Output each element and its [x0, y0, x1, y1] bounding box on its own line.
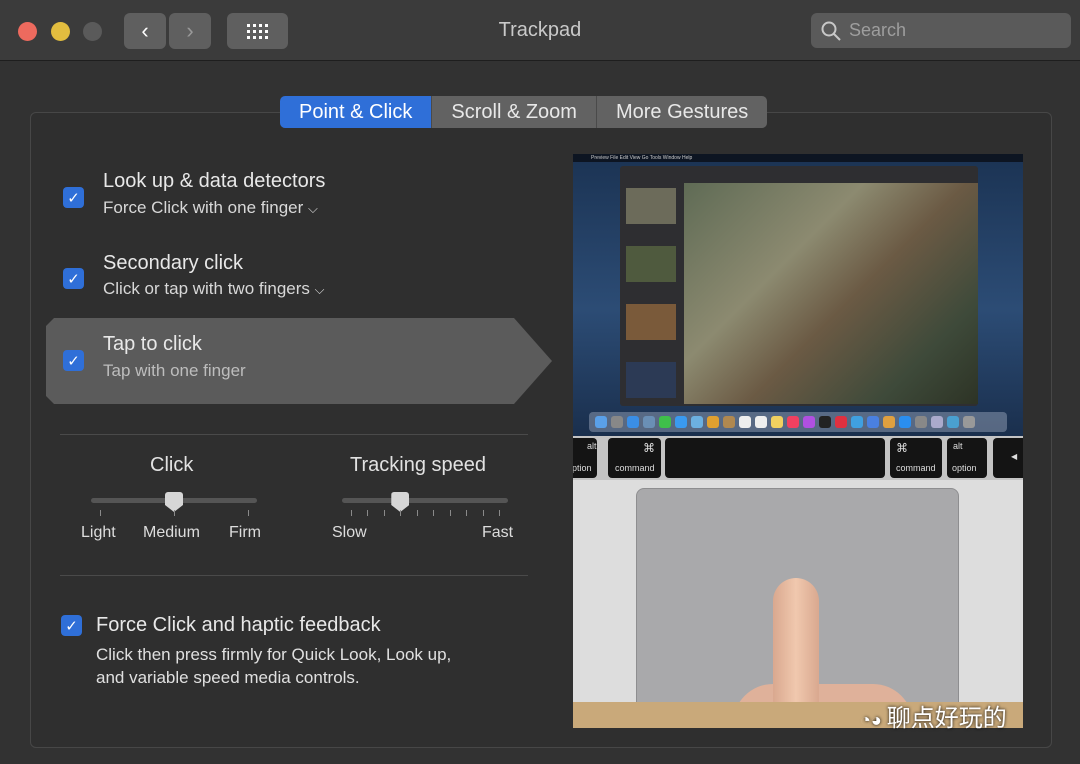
dock-app-icon: [755, 416, 767, 428]
tick: [174, 510, 175, 516]
lookup-title: Look up & data detectors: [103, 170, 326, 192]
preview-window: [620, 166, 978, 406]
tick: [416, 510, 418, 516]
secondary-click-subtitle: Click or tap with two fingers: [103, 279, 310, 298]
key-option-right: alt option: [947, 438, 987, 478]
dock-app-icon: [851, 416, 863, 428]
dock-app-icon: [627, 416, 639, 428]
chevron-down-icon: ⌵: [308, 201, 318, 216]
tick: [100, 510, 101, 516]
key-option-left: altoption: [573, 438, 597, 478]
dock-app-icon: [771, 416, 783, 428]
dock-app-icon: [915, 416, 927, 428]
secondary-click-checkbox[interactable]: ✓: [63, 268, 84, 289]
tracking-speed-label: Tracking speed: [350, 454, 486, 476]
dock-app-icon: [787, 416, 799, 428]
dock-app-icon: [595, 416, 607, 428]
tick: [351, 510, 352, 516]
title-bar: ‹ › Trackpad: [0, 0, 1080, 61]
tick: [499, 510, 500, 516]
click-firm-label: Firm: [229, 524, 261, 541]
tick: [433, 510, 435, 516]
key-command-right: ⌘ command: [890, 438, 942, 478]
thumbnail: [626, 362, 676, 398]
click-slider-label: Click: [150, 454, 194, 476]
photo: [684, 183, 978, 404]
dock-app-icon: [931, 416, 943, 428]
thumbnail: [626, 188, 676, 224]
checkmark-icon: ✓: [67, 189, 80, 207]
key-space: [665, 438, 885, 478]
keyboard: altoption ⌘command ⌘command altoption ◀: [573, 436, 1023, 480]
thumbnail: [626, 304, 676, 340]
dock-app-icon: [803, 416, 815, 428]
tracking-slow-label: Slow: [332, 524, 367, 541]
dock-app-icon: [659, 416, 671, 428]
dock-app-icon: [883, 416, 895, 428]
lookup-dropdown[interactable]: Force Click with one finger ⌵: [103, 198, 318, 218]
dock-app-icon: [739, 416, 751, 428]
tick: [466, 510, 468, 516]
lookup-subtitle: Force Click with one finger: [103, 198, 304, 217]
tap-to-click-subtitle: Tap with one finger: [103, 361, 246, 380]
checkmark-icon: ✓: [67, 352, 80, 370]
thumbnail: [626, 246, 676, 282]
menu-bar-preview: Preview File Edit View Go Tools Window H…: [573, 154, 1023, 162]
desktop-preview: Preview File Edit View Go Tools Window H…: [573, 154, 1023, 436]
dock-app-icon: [835, 416, 847, 428]
dock-app-icon: [675, 416, 687, 428]
watermark: ◔◕ 聊点好玩的: [860, 705, 1007, 732]
secondary-click-title: Secondary click: [103, 252, 244, 274]
dock-app-icon: [899, 416, 911, 428]
dock: [589, 412, 1007, 432]
checkmark-icon: ✓: [67, 270, 80, 288]
force-click-description-2: and variable speed media controls.: [96, 668, 360, 687]
wechat-icon: ◔◕: [860, 710, 887, 730]
click-light-label: Light: [81, 524, 116, 541]
secondary-click-dropdown[interactable]: Click or tap with two fingers ⌵: [103, 279, 325, 299]
tracking-fast-label: Fast: [482, 524, 514, 541]
dock-app-icon: [947, 416, 959, 428]
tick: [383, 510, 385, 516]
tracking-speed-slider[interactable]: [342, 498, 508, 503]
dock-app-icon: [867, 416, 879, 428]
tick: [367, 510, 369, 516]
search-icon: [821, 21, 841, 41]
click-medium-label: Medium: [143, 524, 200, 541]
force-click-checkbox[interactable]: ✓: [61, 615, 82, 636]
tick: [400, 510, 402, 516]
dock-app-icon: [723, 416, 735, 428]
tab-more-gestures[interactable]: More Gestures: [596, 96, 768, 128]
tab-bar: Point & Click Scroll & Zoom More Gesture…: [280, 96, 768, 128]
tap-to-click-title[interactable]: Tap to click: [103, 333, 202, 356]
key-arrow-left: ◀: [993, 438, 1023, 478]
tick: [482, 510, 484, 516]
gesture-preview-video: Preview File Edit View Go Tools Window H…: [573, 154, 1023, 728]
search-field[interactable]: [811, 13, 1071, 48]
dock-app-icon: [691, 416, 703, 428]
tick: [449, 510, 451, 516]
tab-point-click[interactable]: Point & Click: [280, 96, 433, 128]
lookup-checkbox[interactable]: ✓: [63, 187, 84, 208]
chevron-down-icon: ⌵: [314, 282, 325, 297]
divider: [60, 575, 528, 576]
divider: [60, 434, 528, 435]
force-click-title: Force Click and haptic feedback: [96, 614, 381, 636]
tab-scroll-zoom[interactable]: Scroll & Zoom: [432, 96, 597, 128]
key-command-left: ⌘ command: [608, 438, 661, 478]
force-click-description-1: Click then press firmly for Quick Look, …: [96, 645, 452, 664]
search-input[interactable]: [849, 20, 1049, 41]
dock-app-icon: [611, 416, 623, 428]
dock-app-icon: [643, 416, 655, 428]
dock-app-icon: [963, 416, 975, 428]
tick: [248, 510, 249, 516]
dock-app-icon: [707, 416, 719, 428]
dock-app-icon: [819, 416, 831, 428]
checkmark-icon: ✓: [65, 617, 78, 635]
tap-to-click-checkbox[interactable]: ✓: [63, 350, 84, 371]
